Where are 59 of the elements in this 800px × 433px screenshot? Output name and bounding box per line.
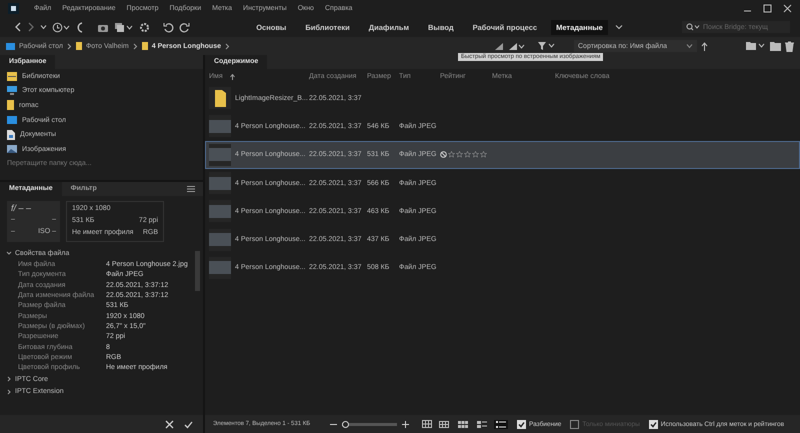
menu-icon[interactable] [187, 186, 195, 192]
forward-icon[interactable] [27, 22, 35, 32]
rotate-right-icon[interactable] [179, 22, 190, 32]
zoom-in-icon[interactable] [402, 420, 409, 428]
photo-placeholder [209, 176, 231, 190]
photo-placeholder [209, 233, 231, 246]
desktop-icon [7, 116, 17, 124]
new-folder-icon[interactable] [770, 42, 781, 50]
history-icon[interactable] [52, 22, 70, 32]
star-icon[interactable] [448, 151, 455, 158]
chevron-icon[interactable] [224, 42, 230, 50]
folder-icon [214, 90, 226, 107]
star-icon[interactable] [456, 151, 463, 158]
maximize-icon[interactable] [763, 4, 772, 13]
photo-placeholder [209, 261, 231, 274]
back-icon[interactable] [14, 22, 22, 32]
details-view-button[interactable] [475, 420, 489, 428]
filter-icon[interactable] [538, 41, 556, 51]
gear-icon[interactable] [139, 22, 150, 32]
star-icon[interactable] [472, 151, 479, 158]
caret-icon[interactable] [40, 24, 47, 30]
rotate-left-icon[interactable] [163, 22, 174, 32]
search-icon [686, 23, 700, 31]
star-rating[interactable] [448, 151, 487, 158]
list-view-button[interactable] [494, 420, 508, 428]
computer-icon [7, 86, 17, 96]
sort-arrow-icon [230, 74, 235, 80]
reject-icon[interactable] [440, 151, 447, 158]
thumbnail-size-slider[interactable] [342, 422, 397, 426]
caret-icon[interactable] [614, 24, 623, 30]
checkmark-icon[interactable] [184, 420, 193, 428]
image-icon [7, 145, 17, 154]
caret-icon [686, 43, 693, 49]
folder-icon [7, 100, 14, 110]
folder-icon [142, 42, 148, 50]
thumbs-view-button[interactable] [456, 420, 470, 428]
folder-icon [76, 42, 82, 50]
library-icon [7, 72, 17, 81]
star-icon[interactable] [464, 151, 471, 158]
grid-view-button[interactable] [437, 420, 451, 428]
photo-placeholder [209, 120, 231, 133]
star-icon[interactable] [480, 151, 487, 158]
slider-thumb[interactable] [342, 420, 349, 428]
desktop-icon [6, 42, 15, 50]
cancel-icon[interactable] [165, 420, 174, 428]
chevron-icon[interactable] [66, 42, 72, 50]
document-icon [7, 130, 15, 140]
chevron-icon[interactable] [132, 42, 138, 50]
checkmark-icon [650, 420, 657, 428]
checkmark-icon [518, 420, 525, 428]
sort-ascending-icon[interactable] [701, 42, 708, 50]
trash-icon[interactable] [785, 40, 794, 52]
photo-placeholder [209, 148, 231, 162]
photo-placeholder [209, 204, 231, 218]
app-logo-icon [8, 3, 19, 14]
close-icon[interactable] [783, 4, 792, 13]
camera-value: f/ – – [11, 204, 32, 213]
scrollbar[interactable] [195, 251, 200, 291]
stack-icon[interactable] [114, 22, 134, 32]
